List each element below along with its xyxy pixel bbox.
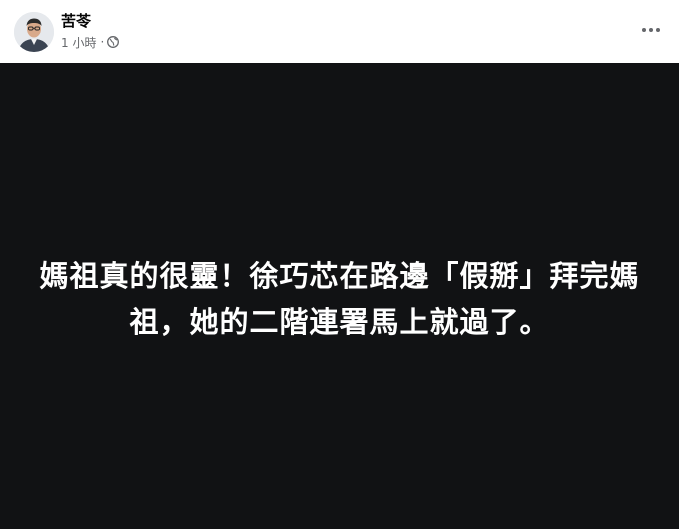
more-options-icon [642, 28, 660, 32]
globe-icon[interactable] [107, 36, 120, 48]
image-text-line: 媽祖真的很靈！徐巧芯在路邊「假掰」拜完媽 [39, 259, 640, 293]
image-text: 媽祖真的很靈！徐巧芯在路邊「假掰」拜完媽 祖，她的二階連署馬上就過了。 [30, 253, 649, 345]
author-name[interactable]: 苦苓 [61, 11, 91, 31]
author-avatar[interactable] [14, 12, 54, 52]
post-header: 苦苓 1 小時 · [0, 0, 679, 62]
image-text-line: 祖，她的二階連署馬上就過了。 [129, 305, 550, 339]
more-options-button[interactable] [637, 16, 665, 44]
facebook-post: 苦苓 1 小時 · 媽祖真的很靈！徐巧芯在路邊「假掰」拜完媽 祖，她的二階連署馬… [0, 0, 679, 529]
post-image[interactable]: 媽祖真的很靈！徐巧芯在路邊「假掰」拜完媽 祖，她的二階連署馬上就過了。 [0, 63, 679, 529]
person-avatar-icon [14, 12, 54, 52]
post-meta: 1 小時 · [61, 33, 120, 51]
meta-separator: · [100, 35, 105, 49]
post-timestamp[interactable]: 1 小時 [61, 34, 96, 51]
